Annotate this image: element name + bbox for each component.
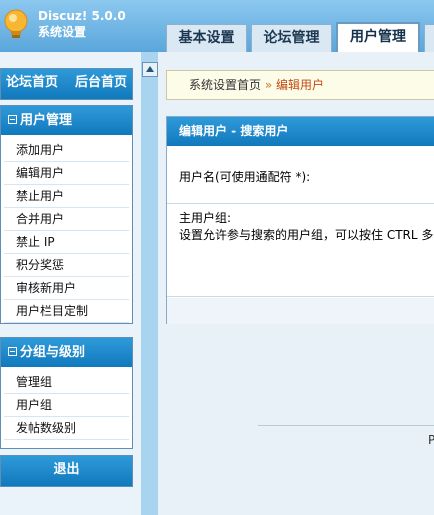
tab-next-partial[interactable] xyxy=(424,24,434,52)
admin-home-link[interactable]: 后台首页 xyxy=(75,75,127,90)
logout-button[interactable]: 退出 xyxy=(1,456,132,486)
collapse-minus-icon[interactable] xyxy=(8,347,17,356)
tab-label: 基本设置 xyxy=(178,30,235,46)
section-header-groups[interactable]: 分组与级别 xyxy=(1,338,132,367)
tab-label: 论坛管理 xyxy=(263,30,320,46)
sidebar-section-groups: 分组与级别 管理组 用户组 发帖数级别 xyxy=(0,337,133,449)
sidebar-item-post-ranks[interactable]: 发帖数级别 xyxy=(4,417,129,440)
collapse-arrow-icon[interactable] xyxy=(142,62,158,77)
sidebar-item-review-users[interactable]: 审核新用户 xyxy=(4,277,129,300)
panel-title: 编辑用户 - 搜索用户 xyxy=(167,117,434,146)
sidebar-item-merge-user[interactable]: 合并用户 xyxy=(4,208,129,231)
sidebar-item-edit-user[interactable]: 编辑用户 xyxy=(4,162,129,185)
sidebar-item-ban-user[interactable]: 禁止用户 xyxy=(4,185,129,208)
usergroup-description: 设置允许参与搜索的用户组，可以按住 CTRL 多 xyxy=(179,228,434,242)
collapse-minus-icon[interactable] xyxy=(8,115,17,124)
search-user-panel: 编辑用户 - 搜索用户 用户名(可使用通配符 *): 主用户组: 设置允许参与搜… xyxy=(166,116,434,324)
tab-basic-settings[interactable]: 基本设置 xyxy=(166,24,247,52)
breadcrumb-current: 编辑用户 xyxy=(276,78,325,92)
breadcrumb-root-link[interactable]: 系统设置首页 xyxy=(189,78,261,92)
brand-name: Discuz! 5.0.0 xyxy=(38,9,126,23)
forum-home-link[interactable]: 论坛首页 xyxy=(6,75,58,90)
sidebar-home-links: 论坛首页 后台首页 xyxy=(0,68,133,100)
sidebar-logout-box: 退出 xyxy=(0,455,133,487)
breadcrumb: 系统设置首页 » 编辑用户 xyxy=(166,70,434,100)
username-label: 用户名(可使用通配符 *): xyxy=(179,170,311,184)
section-title: 用户管理 xyxy=(20,113,73,128)
section-header-user-management[interactable]: 用户管理 xyxy=(1,106,132,135)
username-row: 用户名(可使用通配符 *): xyxy=(167,148,434,204)
usergroup-label: 主用户组: xyxy=(179,211,232,225)
panel-footer-row xyxy=(167,298,434,324)
discuz-logo-icon xyxy=(4,9,28,38)
tab-label: 用户管理 xyxy=(350,29,406,45)
tab-user-management[interactable]: 用户管理 xyxy=(336,22,420,52)
usergroup-row: 主用户组: 设置允许参与搜索的用户组，可以按住 CTRL 多 xyxy=(167,205,434,297)
sidebar-section-user-management: 用户管理 添加用户 编辑用户 禁止用户 合并用户 禁止 IP 积分奖惩 审核新用… xyxy=(0,105,133,324)
sidebar-divider xyxy=(141,52,158,515)
sidebar-item-user-groups[interactable]: 用户组 xyxy=(4,394,129,417)
footer-divider xyxy=(258,425,434,426)
brand-subtitle: 系统设置 xyxy=(38,25,87,39)
sidebar-item-ban-ip[interactable]: 禁止 IP xyxy=(4,231,129,254)
tab-forum-management[interactable]: 论坛管理 xyxy=(251,24,332,52)
section-title: 分组与级别 xyxy=(20,345,86,360)
sidebar-item-credits[interactable]: 积分奖惩 xyxy=(4,254,129,277)
breadcrumb-separator: » xyxy=(264,78,273,92)
sidebar-item-add-user[interactable]: 添加用户 xyxy=(4,139,129,162)
footer-text: P xyxy=(428,433,434,447)
sidebar-item-user-fields[interactable]: 用户栏目定制 xyxy=(4,300,129,323)
sidebar-item-admin-groups[interactable]: 管理组 xyxy=(4,371,129,394)
